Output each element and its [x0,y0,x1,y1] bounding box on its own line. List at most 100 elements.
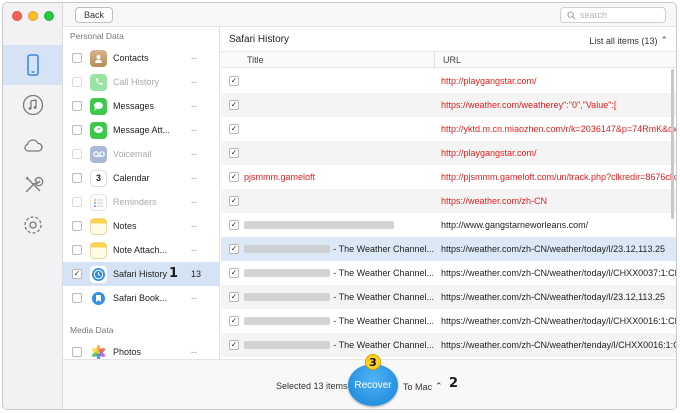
category-checkbox[interactable] [72,77,82,87]
row-title-text: pjsmmm.gameloft [244,172,316,182]
table-row[interactable]: ✓ http://yktd.m.cn.miaozhen.com/r/k=20361… [221,117,676,141]
category-label: Calendar [113,173,150,183]
category-reminders[interactable]: Reminders -- [63,190,219,214]
row-checkbox[interactable]: ✓ [229,244,239,254]
close-window-button[interactable] [12,11,22,21]
category-checkbox[interactable] [72,125,82,135]
row-checkbox[interactable]: ✓ [229,340,239,350]
category-checkbox[interactable] [72,347,82,357]
row-title-text: - The Weather Channel... [333,292,434,302]
table-row[interactable]: ✓ - The Weather Channel... https://weather… [221,237,676,261]
row-checkbox[interactable]: ✓ [229,76,239,86]
category-voicemail[interactable]: Voicemail -- [63,142,219,166]
row-checkbox[interactable]: ✓ [229,148,239,158]
page-title: Safari History [229,34,290,45]
vertical-scrollbar[interactable] [671,69,674,219]
category-count: -- [191,53,197,63]
category-safari-history[interactable]: ✓ Safari History 1 13 [63,262,219,286]
category-checkbox[interactable]: ✓ [72,269,82,279]
recover-button[interactable]: Recover [348,364,398,406]
row-checkbox[interactable]: ✓ [229,100,239,110]
row-url: https://weather.com/zh-CN/weather/today/… [441,244,665,254]
category-count: -- [191,173,197,183]
table-row[interactable]: ✓ http://www.gangstarneworleans.com/ [221,213,676,237]
row-url: https://weather.com/weatherey":"0","Valu… [441,100,617,110]
table-row[interactable]: ✓ - The Weather Channel... https://weather… [221,309,676,333]
safari-history-icon [90,265,107,283]
category-checkbox[interactable] [72,173,82,183]
table-row[interactable]: ✓ http://playgangstar.com/ [221,69,676,93]
rail-settings-button[interactable] [3,205,62,245]
category-note-attachments[interactable]: Note Attach... -- [63,238,219,262]
search-input[interactable]: search [560,7,666,23]
search-placeholder: search [580,10,608,20]
category-contacts[interactable]: Contacts -- [63,46,219,70]
category-list: Personal Data Contacts -- Call History -… [63,27,220,359]
category-checkbox[interactable] [72,293,82,303]
row-title-text: - The Weather Channel... [333,244,434,254]
category-label: Messages [113,101,155,111]
row-title [244,221,434,229]
category-message-attachments[interactable]: Message Att... -- [63,118,219,142]
table-row[interactable]: ✓ https://weather.com/weatherey":"0","Val… [221,93,676,117]
list-filter-dropdown[interactable]: List all items (13) ⌃ [589,35,668,46]
category-checkbox[interactable] [72,101,82,111]
minimize-window-button[interactable] [28,11,38,21]
row-checkbox[interactable]: ✓ [229,268,239,278]
row-checkbox[interactable]: ✓ [229,196,239,206]
row-url: https://weather.com/zh-CN/weather/tenday… [441,340,676,350]
rail-tools-button[interactable] [3,165,62,205]
bottom-action-bar: Selected 13 items Recover 3 To Mac ⌃ 2 [63,354,676,409]
category-checkbox[interactable] [72,149,82,159]
category-checkbox[interactable] [72,53,82,63]
message-attachment-icon [90,121,107,139]
table-row[interactable]: ✓ - The Weather Channel... https://weather… [221,285,676,309]
category-notes[interactable]: Notes -- [63,214,219,238]
category-calendar[interactable]: 3 Calendar -- [63,166,219,190]
row-url: https://weather.com/zh-CN/weather/today/… [441,292,665,302]
column-url-header[interactable]: URL [443,55,461,65]
category-safari-bookmarks[interactable]: Safari Book... -- [63,286,219,310]
category-count: -- [191,77,197,87]
category-checkbox[interactable] [72,221,82,231]
photos-icon [90,343,107,359]
column-divider [434,52,435,69]
rail-music-button[interactable] [3,85,62,125]
category-count: -- [191,221,197,231]
category-count: -- [191,197,197,207]
category-count: -- [191,149,197,159]
rail-device-button[interactable] [3,45,62,85]
back-button[interactable]: Back [75,7,113,23]
row-checkbox[interactable]: ✓ [229,292,239,302]
media-data-header: Media Data [70,325,114,335]
table-row[interactable]: ✓ - The Weather Channel... https://weather… [221,261,676,285]
category-checkbox[interactable] [72,197,82,207]
category-photos[interactable]: Photos -- [63,340,219,359]
row-checkbox[interactable]: ✓ [229,124,239,134]
rail-icloud-button[interactable] [3,125,62,165]
table-row[interactable]: ✓ http://playgangstar.com/ [221,141,676,165]
tools-icon [25,176,43,193]
table-row[interactable]: ✓ - The Weather Channel... https://weather… [221,333,676,357]
table-row[interactable]: ✓ pjsmmm.gameloft http://pjsmmm.gameloft.c… [221,165,676,189]
category-label: Notes [113,221,137,231]
category-messages[interactable]: Messages -- [63,94,219,118]
row-url: http://pjsmmm.gameloft.com/un/track.php?… [441,172,676,182]
row-title-text: - The Weather Channel... [333,268,434,278]
row-checkbox[interactable]: ✓ [229,172,239,182]
category-label: Message Att... [113,125,171,135]
category-checkbox[interactable] [72,245,82,255]
row-checkbox[interactable]: ✓ [229,316,239,326]
zoom-window-button[interactable] [44,11,54,21]
step-marker-3: 3 [365,354,381,370]
row-url: http://playgangstar.com/ [441,148,537,158]
column-title-header[interactable]: Title [247,55,264,65]
destination-dropdown[interactable]: To Mac ⌃ [403,381,443,392]
row-checkbox[interactable]: ✓ [229,220,239,230]
category-call-history[interactable]: Call History -- [63,70,219,94]
category-count: -- [191,347,197,357]
contacts-icon [90,49,107,67]
table-row[interactable]: ✓ https://weather.com/zh-CN [221,189,676,213]
window-controls [12,11,54,21]
redacted-text [244,245,331,253]
